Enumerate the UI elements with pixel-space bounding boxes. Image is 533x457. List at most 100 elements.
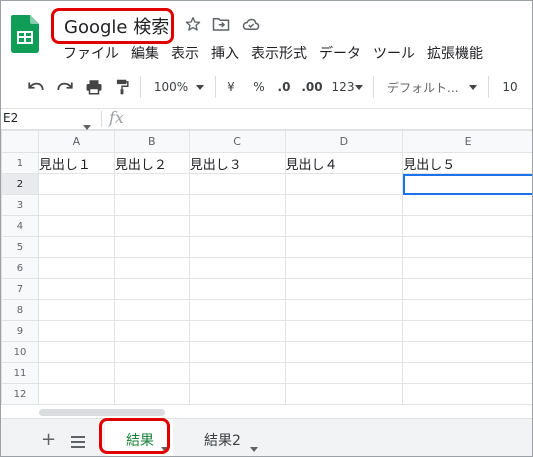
table-cell[interactable]	[402, 257, 532, 279]
table-cell[interactable]	[284, 383, 404, 405]
table-cell[interactable]	[402, 299, 532, 321]
move-to-folder-icon[interactable]	[212, 15, 230, 33]
sheets-logo-icon[interactable]	[11, 15, 39, 53]
column-header-c[interactable]: C	[188, 130, 286, 153]
menu-view[interactable]: 表示	[171, 43, 207, 63]
table-cell[interactable]	[37, 278, 115, 300]
table-cell[interactable]	[402, 215, 532, 237]
font-dropdown-arrow-icon[interactable]	[467, 77, 479, 97]
table-cell[interactable]	[402, 236, 532, 258]
row-header-8[interactable]: 8	[1, 299, 39, 321]
table-cell[interactable]	[284, 341, 404, 363]
decrease-decimal-button[interactable]: .0	[274, 77, 294, 97]
table-cell[interactable]	[37, 299, 115, 321]
table-cell[interactable]	[402, 383, 532, 405]
table-cell[interactable]	[37, 236, 115, 258]
sheet-tab-menu-icon[interactable]	[250, 437, 258, 456]
table-cell[interactable]	[113, 362, 190, 384]
table-cell[interactable]	[113, 236, 190, 258]
table-cell[interactable]	[37, 362, 115, 384]
column-header-b[interactable]: B	[113, 130, 190, 153]
menu-extensions[interactable]: 拡張機能	[427, 43, 491, 63]
table-cell[interactable]	[284, 320, 404, 342]
paint-format-icon[interactable]	[111, 77, 133, 97]
table-cell[interactable]	[284, 299, 404, 321]
column-header-a[interactable]: A	[37, 130, 115, 153]
sheet-tab-label[interactable]: 結果2	[204, 430, 241, 450]
table-cell[interactable]	[113, 194, 190, 216]
horizontal-scrollbar[interactable]	[39, 409, 165, 416]
row-header-9[interactable]: 9	[1, 320, 39, 342]
table-cell[interactable]	[402, 194, 532, 216]
column-header-e[interactable]: E	[402, 130, 532, 153]
table-cell[interactable]	[402, 362, 532, 384]
table-cell[interactable]	[188, 299, 286, 321]
row-header-11[interactable]: 11	[1, 362, 39, 384]
table-cell[interactable]	[37, 173, 115, 195]
table-cell[interactable]	[188, 173, 286, 195]
table-cell[interactable]	[113, 341, 190, 363]
table-cell[interactable]	[402, 278, 532, 300]
table-cell[interactable]	[284, 362, 404, 384]
table-cell[interactable]	[113, 383, 190, 405]
table-cell[interactable]	[188, 278, 286, 300]
table-cell[interactable]	[188, 236, 286, 258]
print-icon[interactable]	[83, 77, 105, 97]
currency-button[interactable]: ¥	[223, 77, 239, 97]
star-icon[interactable]	[184, 15, 202, 33]
menu-insert[interactable]: 挿入	[211, 43, 247, 63]
table-cell[interactable]	[37, 341, 115, 363]
table-cell[interactable]	[113, 215, 190, 237]
row-header-7[interactable]: 7	[1, 278, 39, 300]
select-all-corner[interactable]	[1, 130, 39, 153]
cloud-status-icon[interactable]	[242, 15, 260, 33]
row-header-1[interactable]: 1	[1, 152, 39, 174]
row-header-2[interactable]: 2	[1, 173, 39, 195]
cell-e1[interactable]: 見出し５	[402, 152, 532, 174]
table-cell[interactable]	[188, 362, 286, 384]
row-header-4[interactable]: 4	[1, 215, 39, 237]
table-cell[interactable]	[37, 215, 115, 237]
cell-c1[interactable]: 見出し３	[188, 152, 286, 174]
more-formats-arrow-icon[interactable]	[354, 77, 364, 97]
active-cell-e2[interactable]	[402, 173, 532, 195]
name-box[interactable]: E2	[3, 111, 18, 125]
table-cell[interactable]	[188, 194, 286, 216]
more-formats-button[interactable]: 123	[331, 77, 355, 97]
cell-d1[interactable]: 見出し４	[284, 152, 404, 174]
table-cell[interactable]	[37, 383, 115, 405]
all-sheets-list-icon[interactable]	[71, 433, 85, 452]
table-cell[interactable]	[284, 257, 404, 279]
table-cell[interactable]	[37, 257, 115, 279]
undo-icon[interactable]	[25, 77, 47, 97]
table-cell[interactable]	[188, 383, 286, 405]
table-cell[interactable]	[113, 173, 190, 195]
zoom-dropdown-arrow-icon[interactable]	[194, 77, 206, 97]
redo-icon[interactable]	[54, 77, 76, 97]
font-size-input[interactable]: 10	[499, 77, 521, 97]
row-header-6[interactable]: 6	[1, 257, 39, 279]
table-cell[interactable]	[113, 278, 190, 300]
menu-file[interactable]: ファイル	[63, 43, 127, 63]
add-sheet-button[interactable]: +	[41, 429, 56, 450]
table-cell[interactable]	[284, 278, 404, 300]
table-cell[interactable]	[402, 341, 532, 363]
table-cell[interactable]	[284, 236, 404, 258]
table-cell[interactable]	[113, 320, 190, 342]
zoom-select[interactable]: 100%	[151, 77, 191, 97]
cell-b1[interactable]: 見出し２	[113, 152, 190, 174]
table-cell[interactable]	[113, 257, 190, 279]
menu-format[interactable]: 表示形式	[251, 43, 315, 63]
table-cell[interactable]	[113, 299, 190, 321]
row-header-10[interactable]: 10	[1, 341, 39, 363]
menu-edit[interactable]: 編集	[131, 43, 167, 63]
menu-tools[interactable]: ツール	[373, 43, 423, 63]
column-header-d[interactable]: D	[284, 130, 404, 153]
row-header-5[interactable]: 5	[1, 236, 39, 258]
menu-data[interactable]: データ	[319, 43, 369, 63]
row-header-12[interactable]: 12	[1, 383, 39, 405]
font-select[interactable]: デフォルト...	[387, 77, 461, 97]
table-cell[interactable]	[284, 215, 404, 237]
percent-button[interactable]: %	[251, 77, 267, 97]
table-cell[interactable]	[284, 173, 404, 195]
